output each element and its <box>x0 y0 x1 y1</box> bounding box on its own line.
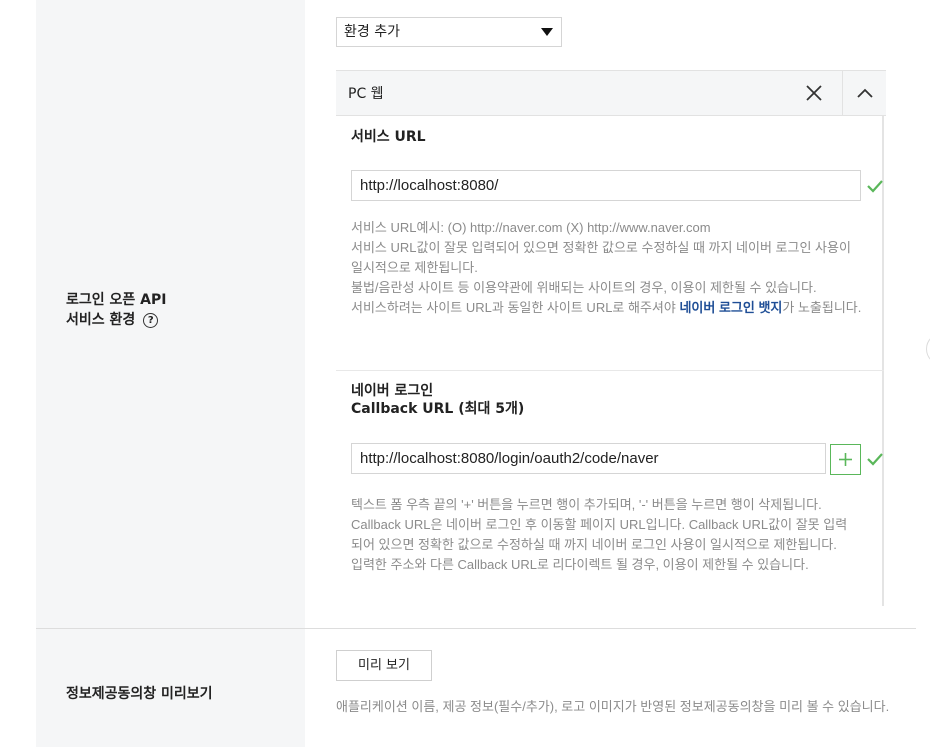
environment-select-value: 환경 추가 <box>344 24 400 40</box>
login-api-env-label-line2: 서비스 환경? <box>66 310 166 330</box>
check-icon <box>866 177 884 195</box>
caret-down-icon <box>541 28 553 36</box>
callback-url-help-line: Callback URL은 네이버 로그인 후 이동할 페이지 URL입니다. … <box>351 517 848 552</box>
callback-url-help-line: 텍스트 폼 우측 끝의 '+' 버튼을 누르면 행이 추가되며, '-' 버튼을… <box>351 497 822 512</box>
consent-preview-help: 애플리케이션 이름, 제공 정보(필수/추가), 로고 이미지가 반영된 정보제… <box>336 699 890 714</box>
check-icon <box>866 450 884 468</box>
service-url-help: 서비스 URL예시: (O) http://naver.com (X) http… <box>351 218 863 318</box>
service-url-help-line: 서비스하려는 사이트 URL과 동일한 사이트 URL로 해주셔야 네이버 로그… <box>351 300 862 315</box>
pc-web-panel-header: PC 웹 <box>336 70 886 116</box>
callback-url-help: 텍스트 폼 우측 끝의 '+' 버튼을 누르면 행이 추가되며, '-' 버튼을… <box>351 495 857 575</box>
floating-button-edge[interactable] <box>926 333 930 365</box>
service-url-input[interactable]: http://localhost:8080/ <box>351 170 861 201</box>
login-api-env-label: 로그인 오픈 API 서비스 환경? <box>66 290 166 330</box>
app-settings-page: 로그인 오픈 API 서비스 환경? 정보제공동의창 미리보기 환경 추가 PC… <box>0 0 930 747</box>
help-icon[interactable]: ? <box>143 313 159 328</box>
panel-title: PC 웹 <box>348 86 384 102</box>
add-callback-url-button[interactable] <box>830 444 861 475</box>
naver-login-badge-link[interactable]: 네이버 로그인 뱃지 <box>679 300 782 315</box>
consent-preview-label: 정보제공동의창 미리보기 <box>66 686 213 702</box>
row-divider <box>36 628 916 629</box>
callback-url-help-line: 입력한 주소와 다른 Callback URL로 리다이렉트 될 경우, 이용이… <box>351 557 809 572</box>
service-url-help-line: 불법/음란성 사이트 등 이용약관에 위배되는 사이트의 경우, 이용이 제한될… <box>351 280 817 295</box>
login-api-env-label-line1: 로그인 오픈 API <box>66 292 167 308</box>
close-icon[interactable] <box>802 81 826 105</box>
chevron-up-icon[interactable] <box>842 71 887 115</box>
service-url-help-line: 서비스 URL예시: (O) http://naver.com (X) http… <box>351 220 711 235</box>
preview-button[interactable]: 미리 보기 <box>336 650 432 681</box>
environment-select[interactable]: 환경 추가 <box>336 17 562 47</box>
plus-icon <box>839 453 852 466</box>
section-divider <box>336 370 884 371</box>
service-url-help-line: 서비스 URL값이 잘못 입력되어 있으면 정확한 값으로 수정하실 때 까지 … <box>351 240 851 275</box>
callback-url-title: 네이버 로그인 Callback URL (최대 5개) <box>351 383 525 417</box>
service-url-title: 서비스 URL <box>351 129 426 145</box>
callback-url-input[interactable]: http://localhost:8080/login/oauth2/code/… <box>351 443 826 474</box>
